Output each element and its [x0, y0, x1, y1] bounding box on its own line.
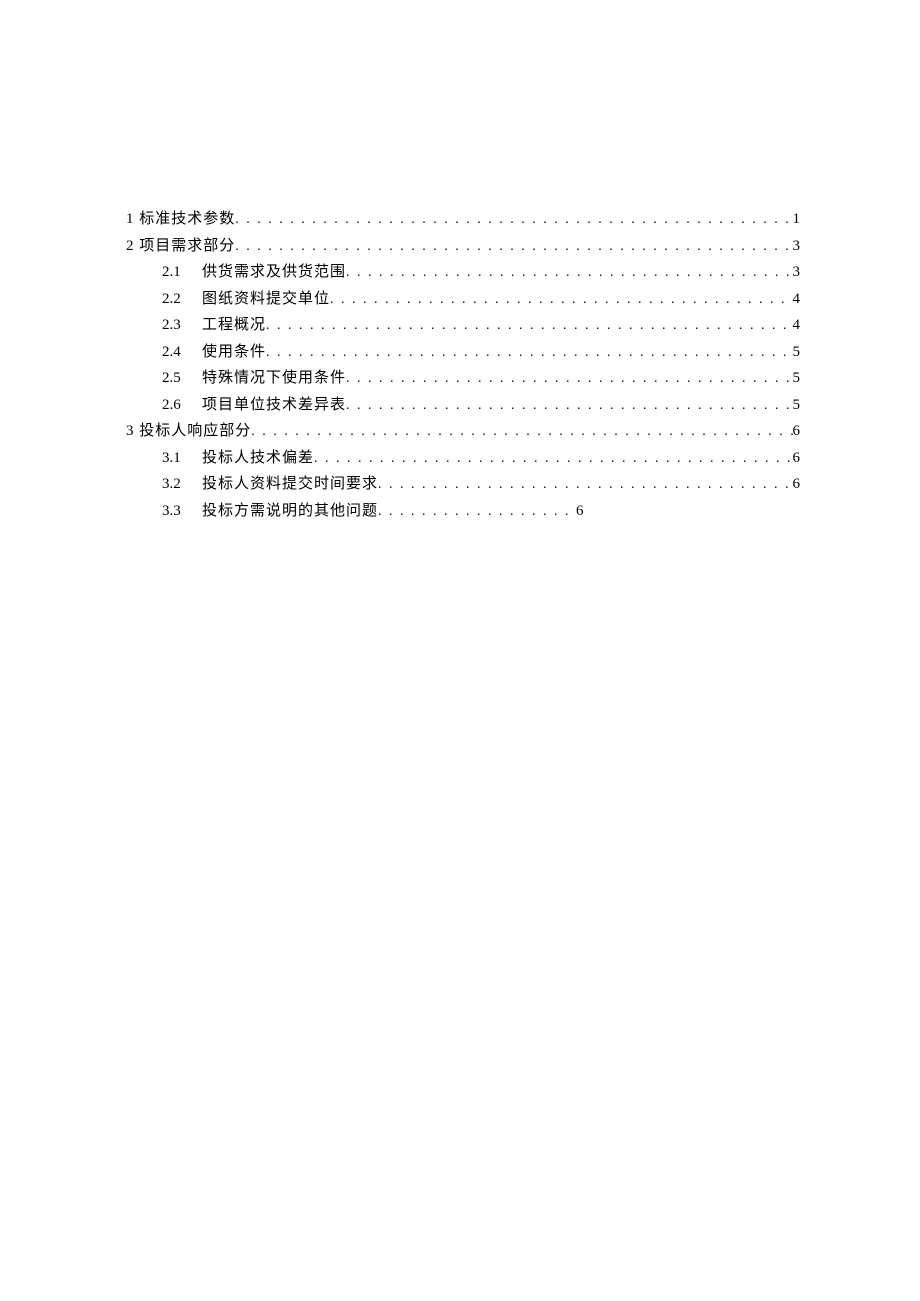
toc-entry: 2.2图纸资料提交单位 4 — [126, 286, 800, 313]
toc-entry-number: 2.6 — [162, 392, 202, 418]
toc-leader-dots — [235, 233, 792, 260]
toc-entry: 2.3工程概况 4 — [126, 312, 800, 339]
toc-leader-dots — [330, 286, 792, 313]
toc-entry-number: 2.1 — [162, 259, 202, 285]
toc-entry-number: 2.4 — [162, 339, 202, 365]
toc-entry-title: 特殊情况下使用条件 — [202, 365, 346, 391]
toc-entry-page: 3 — [793, 233, 801, 259]
toc-entry: 2.1供货需求及供货范围 3 — [126, 259, 800, 286]
toc-entry-title: 2 项目需求部分 — [126, 233, 235, 259]
toc-entry-number: 2.5 — [162, 365, 202, 391]
toc-leader-dots — [235, 206, 792, 233]
toc-entry-title: 投标人资料提交时间要求 — [202, 471, 378, 497]
toc-entry-page: 6 — [576, 498, 584, 524]
toc-leader-dots — [314, 445, 792, 472]
toc-leader-dots — [251, 418, 792, 445]
toc-container: 1 标准技术参数12 项目需求部分32.1供货需求及供货范围32.2图纸资料提交… — [0, 0, 920, 524]
toc-entry: 3.3投标方需说明的其他问题 6 — [126, 498, 800, 525]
toc-leader-dots — [266, 339, 792, 366]
toc-entry-page: 1 — [793, 206, 801, 232]
toc-entry-number: 2.2 — [162, 286, 202, 312]
toc-entry-page: 6 — [793, 471, 801, 497]
toc-entry-number: 3.2 — [162, 471, 202, 497]
toc-entry: 3.2投标人资料提交时间要求 6 — [126, 471, 800, 498]
toc-entry-number: 3.1 — [162, 445, 202, 471]
toc-leader-dots — [346, 392, 792, 419]
toc-entry-title: 工程概况 — [202, 312, 266, 338]
toc-entry-title: 图纸资料提交单位 — [202, 286, 330, 312]
toc-leader-dots — [346, 259, 792, 286]
toc-entry-page: 6 — [793, 445, 801, 471]
toc-leader-dots — [378, 498, 576, 525]
toc-entry: 2.5特殊情况下使用条件 5 — [126, 365, 800, 392]
toc-entry-title: 1 标准技术参数 — [126, 206, 235, 232]
toc-entry-page: 4 — [793, 312, 801, 338]
toc-entry-title: 项目单位技术差异表 — [202, 392, 346, 418]
toc-entry-page: 6 — [793, 418, 801, 444]
toc-entry: 2.4使用条件 5 — [126, 339, 800, 366]
toc-leader-dots — [266, 312, 792, 339]
toc-entry-title: 供货需求及供货范围 — [202, 259, 346, 285]
toc-list: 1 标准技术参数12 项目需求部分32.1供货需求及供货范围32.2图纸资料提交… — [126, 206, 800, 524]
toc-leader-dots — [378, 471, 792, 498]
toc-entry: 1 标准技术参数 1 — [126, 206, 800, 233]
toc-entry: 3.1投标人技术偏差 6 — [126, 445, 800, 472]
toc-entry-page: 5 — [793, 339, 801, 365]
toc-entry-page: 5 — [793, 392, 801, 418]
toc-entry-number: 2.3 — [162, 312, 202, 338]
toc-entry: 3 投标人响应部分 6 — [126, 418, 800, 445]
toc-leader-dots — [346, 365, 792, 392]
toc-entry-page: 4 — [793, 286, 801, 312]
toc-entry: 2 项目需求部分 3 — [126, 233, 800, 260]
toc-entry: 2.6项目单位技术差异表 5 — [126, 392, 800, 419]
toc-entry-page: 3 — [793, 259, 801, 285]
toc-entry-page: 5 — [793, 365, 801, 391]
toc-entry-title: 投标方需说明的其他问题 — [202, 498, 378, 524]
toc-entry-title: 投标人技术偏差 — [202, 445, 314, 471]
toc-entry-title: 使用条件 — [202, 339, 266, 365]
toc-entry-title: 3 投标人响应部分 — [126, 418, 251, 444]
toc-entry-number: 3.3 — [162, 498, 202, 524]
